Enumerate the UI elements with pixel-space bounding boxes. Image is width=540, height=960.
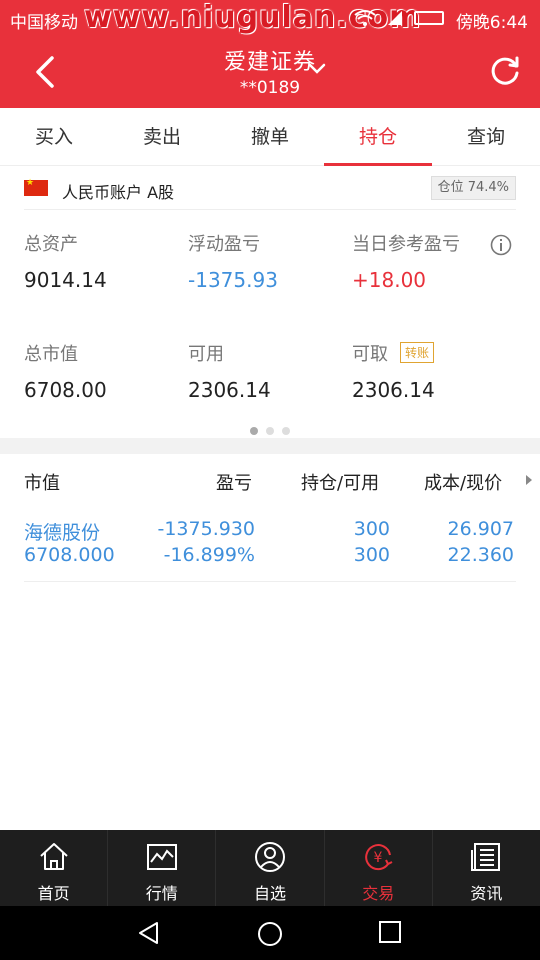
stock-pl: -1375.930 [157, 518, 255, 540]
stock-market-value: 6708.000 [24, 544, 115, 566]
recents-square-icon[interactable] [378, 920, 402, 944]
chart-icon [146, 844, 177, 870]
wifi-icon [354, 10, 376, 26]
carrier-label: 中国移动 [10, 13, 78, 33]
stock-position: 300 [353, 518, 390, 540]
total-assets-value: 9014.14 [24, 268, 107, 292]
table-row[interactable]: 海德股份 6708.000 -1375.930 -16.899% 300 300… [24, 516, 516, 582]
page-dot[interactable] [282, 427, 290, 435]
page-dot[interactable] [250, 427, 258, 435]
refresh-icon[interactable] [488, 54, 522, 88]
withdrawable-label-row: 可取 转账 [352, 340, 516, 366]
stock-available: 300 [353, 544, 390, 566]
tab-buy[interactable]: 买入 [0, 108, 108, 165]
column-header-cost-price[interactable]: 成本/现价 [424, 469, 502, 495]
withdrawable: 可取 转账 2306.14 [352, 340, 516, 402]
available-value: 2306.14 [188, 378, 271, 402]
nav-market[interactable]: 行情 [108, 830, 217, 906]
broker-switcher[interactable]: 爱建证券 **0189 [0, 44, 540, 98]
home-circle-icon[interactable] [256, 920, 284, 948]
user-circle-icon [255, 842, 285, 872]
info-icon[interactable] [490, 234, 512, 256]
clock: 傍晚6:44 [455, 13, 528, 33]
floating-pl: 浮动盈亏 -1375.93 [188, 230, 352, 292]
nav-market-label: 行情 [145, 884, 178, 903]
status-icons [354, 6, 444, 30]
nav-home[interactable]: 首页 [0, 830, 109, 906]
floating-pl-value: -1375.93 [188, 268, 278, 292]
stock-pl-pct: -16.899% [163, 544, 255, 566]
tab-cancel[interactable]: 撤单 [216, 108, 324, 165]
daily-pl-value: +18.00 [352, 268, 427, 292]
battery-icon [414, 11, 444, 25]
holdings-header: 市值 盈亏 持仓/可用 成本/现价 [24, 466, 540, 498]
china-flag-icon [24, 178, 48, 196]
section-divider [0, 438, 540, 454]
stock-name: 海德股份 [24, 522, 101, 544]
market-value: 总市值 6708.00 [24, 340, 188, 402]
account-number: **0189 [239, 78, 301, 98]
page-dot[interactable] [266, 427, 274, 435]
stock-cost: 26.907 [447, 518, 514, 540]
trade-tabs: 买入 卖出 撤单 持仓 查询 [0, 108, 540, 166]
page-indicator [0, 420, 540, 439]
status-bar: 中国移动 www.niugulan.com 傍晚6:44 [0, 0, 540, 36]
nav-home-label: 首页 [37, 884, 70, 903]
column-header-market-value: 市值 [24, 473, 60, 494]
tab-query[interactable]: 查询 [432, 108, 540, 165]
column-header-pl: 盈亏 [216, 473, 252, 494]
withdrawable-label: 可取 [352, 344, 388, 365]
floating-pl-label: 浮动盈亏 [188, 234, 260, 255]
system-nav-bar [0, 906, 540, 960]
total-assets: 总资产 9014.14 [24, 230, 188, 292]
app-header: 爱建证券 **0189 [0, 36, 540, 108]
news-icon [471, 843, 501, 871]
yen-trade-icon: ¥ [365, 844, 393, 871]
column-header-position: 持仓/可用 [301, 473, 380, 494]
tab-sell[interactable]: 卖出 [108, 108, 216, 165]
signal-icon [388, 11, 402, 25]
tab-holdings[interactable]: 持仓 [324, 108, 432, 166]
daily-pl: 当日参考盈亏 +18.00 [352, 230, 516, 292]
market-value-value: 6708.00 [24, 378, 107, 402]
back-triangle-icon[interactable] [136, 920, 162, 946]
position-ratio-badge: 仓位 74.4% [430, 176, 516, 200]
home-icon [39, 843, 68, 870]
nav-trade[interactable]: ¥ 交易 [325, 830, 433, 906]
nav-watchlist-label: 自选 [254, 884, 287, 903]
nav-news[interactable]: 资讯 [433, 830, 540, 906]
nav-watchlist[interactable]: 自选 [216, 830, 325, 906]
scroll-right-icon[interactable] [526, 475, 532, 485]
chevron-down-icon[interactable] [306, 58, 328, 80]
available-label: 可用 [188, 344, 224, 365]
account-row: 人民币账户 A股 仓位 74.4% [24, 170, 516, 210]
svg-text:¥: ¥ [374, 850, 383, 866]
bottom-nav: 首页 行情 自选 ¥ 交易 资讯 [0, 830, 540, 906]
nav-trade-label: 交易 [362, 884, 395, 903]
account-name: 人民币账户 A股 [62, 183, 175, 202]
nav-news-label: 资讯 [470, 884, 503, 903]
market-value-label: 总市值 [24, 344, 78, 365]
transfer-button[interactable]: 转账 [400, 342, 435, 363]
withdrawable-value: 2306.14 [352, 378, 435, 402]
broker-title: 爱建证券 [223, 50, 316, 75]
total-assets-label: 总资产 [24, 234, 78, 255]
available: 可用 2306.14 [188, 340, 352, 402]
stock-price: 22.360 [447, 544, 514, 566]
